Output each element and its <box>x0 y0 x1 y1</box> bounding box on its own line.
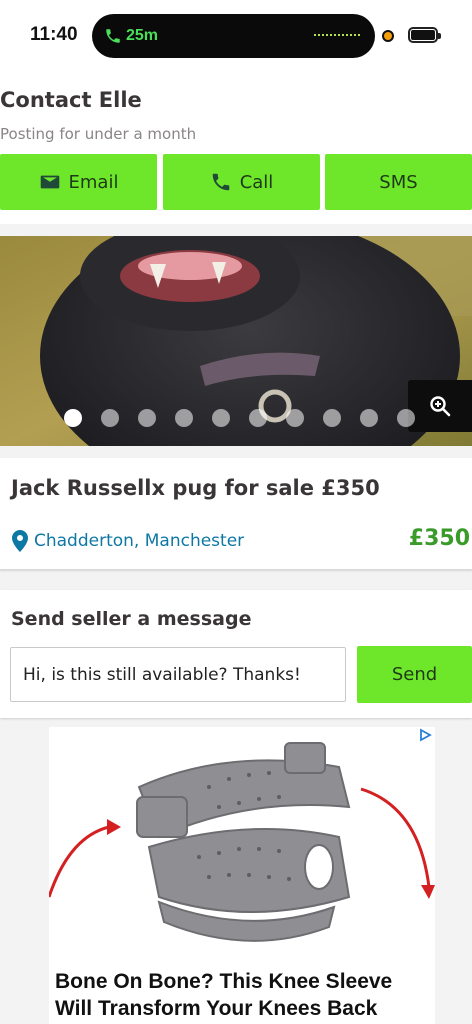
call-duration: 25m <box>126 27 159 44</box>
call-button[interactable]: Call <box>163 154 320 210</box>
location-text: Chadderton, Manchester <box>34 531 245 551</box>
phone-icon <box>212 173 229 191</box>
listing-title: Jack Russellx pug for sale £350 <box>11 476 380 500</box>
envelope-icon <box>40 175 59 189</box>
zoom-button[interactable] <box>408 380 472 432</box>
location-pin-icon <box>12 530 28 552</box>
gallery-dot[interactable] <box>397 409 415 427</box>
posting-duration: Posting for under a month <box>0 125 197 143</box>
phone-icon <box>106 29 120 43</box>
zoom-in-icon <box>430 396 451 417</box>
ad-headline[interactable]: Bone On Bone? This Knee Sleeve Will Tran… <box>55 968 435 1022</box>
audio-wave-icon <box>314 34 360 38</box>
status-time: 11:40 <box>30 24 78 45</box>
gallery-dot[interactable] <box>360 409 378 427</box>
dynamic-island[interactable]: 25m <box>92 14 375 58</box>
message-input[interactable] <box>10 647 346 702</box>
mic-in-use-indicator <box>382 30 394 42</box>
call-button-label: Call <box>239 171 274 193</box>
ad-headline-line1: Bone On Bone? This Knee Sleeve <box>55 970 393 993</box>
send-button[interactable]: Send <box>357 646 472 703</box>
adchoices-icon[interactable] <box>418 728 432 742</box>
gallery-dot[interactable] <box>212 409 230 427</box>
gallery-pagination[interactable] <box>64 409 415 427</box>
email-button-label: Email <box>68 171 119 193</box>
sms-button[interactable]: SMS <box>325 154 472 210</box>
knee-brace-image <box>49 742 435 942</box>
active-call-indicator[interactable]: 25m <box>98 21 166 51</box>
gallery-dot[interactable] <box>64 409 82 427</box>
gallery-dot[interactable] <box>249 409 267 427</box>
contact-section: Contact Elle Posting for under a month E… <box>0 72 472 224</box>
listing-details: Jack Russellx pug for sale £350 Chaddert… <box>0 458 472 570</box>
message-heading: Send seller a message <box>11 608 252 630</box>
status-bar: 11:40 25m <box>0 0 472 72</box>
sms-button-label: SMS <box>379 171 418 193</box>
email-button[interactable]: Email <box>0 154 157 210</box>
gallery-dot[interactable] <box>101 409 119 427</box>
message-seller-section: Send seller a message Send <box>0 590 472 718</box>
listing-location[interactable]: Chadderton, Manchester <box>11 530 244 552</box>
gallery-dot[interactable] <box>175 409 193 427</box>
ad-headline-line2: Will Transform Your Knees Back <box>55 997 378 1020</box>
battery-icon <box>408 27 441 43</box>
gallery-dot[interactable] <box>286 409 304 427</box>
gallery-dot[interactable] <box>323 409 341 427</box>
listing-price: £350 <box>408 526 470 551</box>
gallery-dot[interactable] <box>138 409 156 427</box>
contact-title: Contact Elle <box>0 88 142 112</box>
